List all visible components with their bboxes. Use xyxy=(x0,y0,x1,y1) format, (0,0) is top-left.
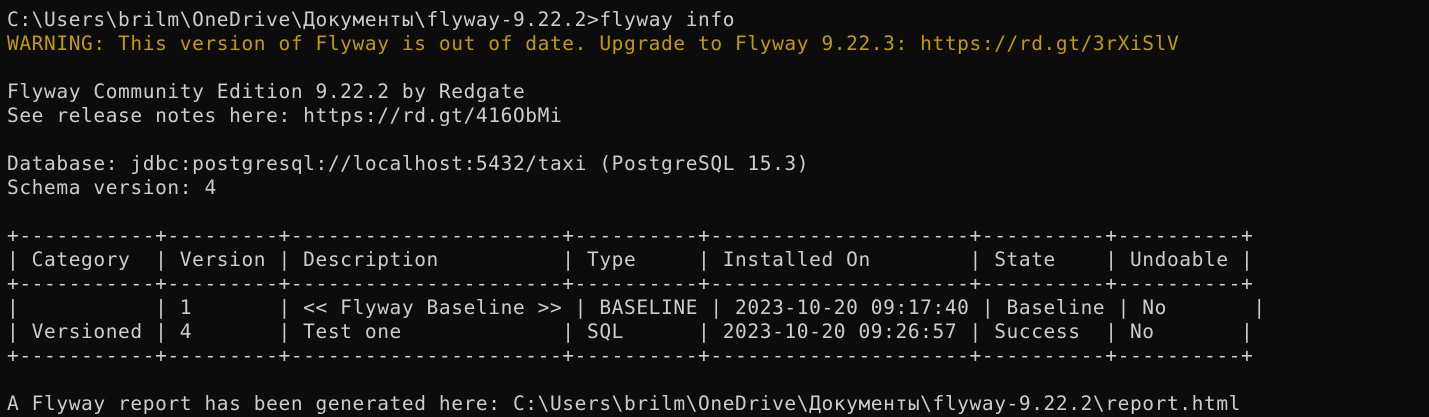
command-text: flyway info xyxy=(599,8,736,31)
table-row: | Versioned | 4 | Test one | SQL | 2023-… xyxy=(7,320,1254,343)
report-line: A Flyway report has been generated here:… xyxy=(7,392,1241,415)
schema-version-line: Schema version: 4 xyxy=(7,176,217,199)
release-notes-line: See release notes here: https://rd.gt/41… xyxy=(7,104,563,127)
table-border-header: +-----------+---------+-----------------… xyxy=(7,272,1254,295)
database-line: Database: jdbc:postgresql://localhost:54… xyxy=(7,152,810,175)
table-border-bottom: +-----------+---------+-----------------… xyxy=(7,344,1254,367)
table-header: | Category | Version | Description | Typ… xyxy=(7,248,1254,271)
edition-line: Flyway Community Edition 9.22.2 by Redga… xyxy=(7,80,526,103)
table-row: | | 1 | << Flyway Baseline >> | BASELINE… xyxy=(7,296,1266,319)
prompt: C:\Users\brilm\OneDrive\Документы\flyway… xyxy=(7,8,600,31)
table-border-top: +-----------+---------+-----------------… xyxy=(7,224,1254,247)
warning-line: WARNING: This version of Flyway is out o… xyxy=(7,32,1180,55)
command-line: C:\Users\brilm\OneDrive\Документы\flyway… xyxy=(7,8,1429,32)
terminal-window[interactable]: C:\Users\brilm\OneDrive\Документы\flyway… xyxy=(0,0,1429,417)
